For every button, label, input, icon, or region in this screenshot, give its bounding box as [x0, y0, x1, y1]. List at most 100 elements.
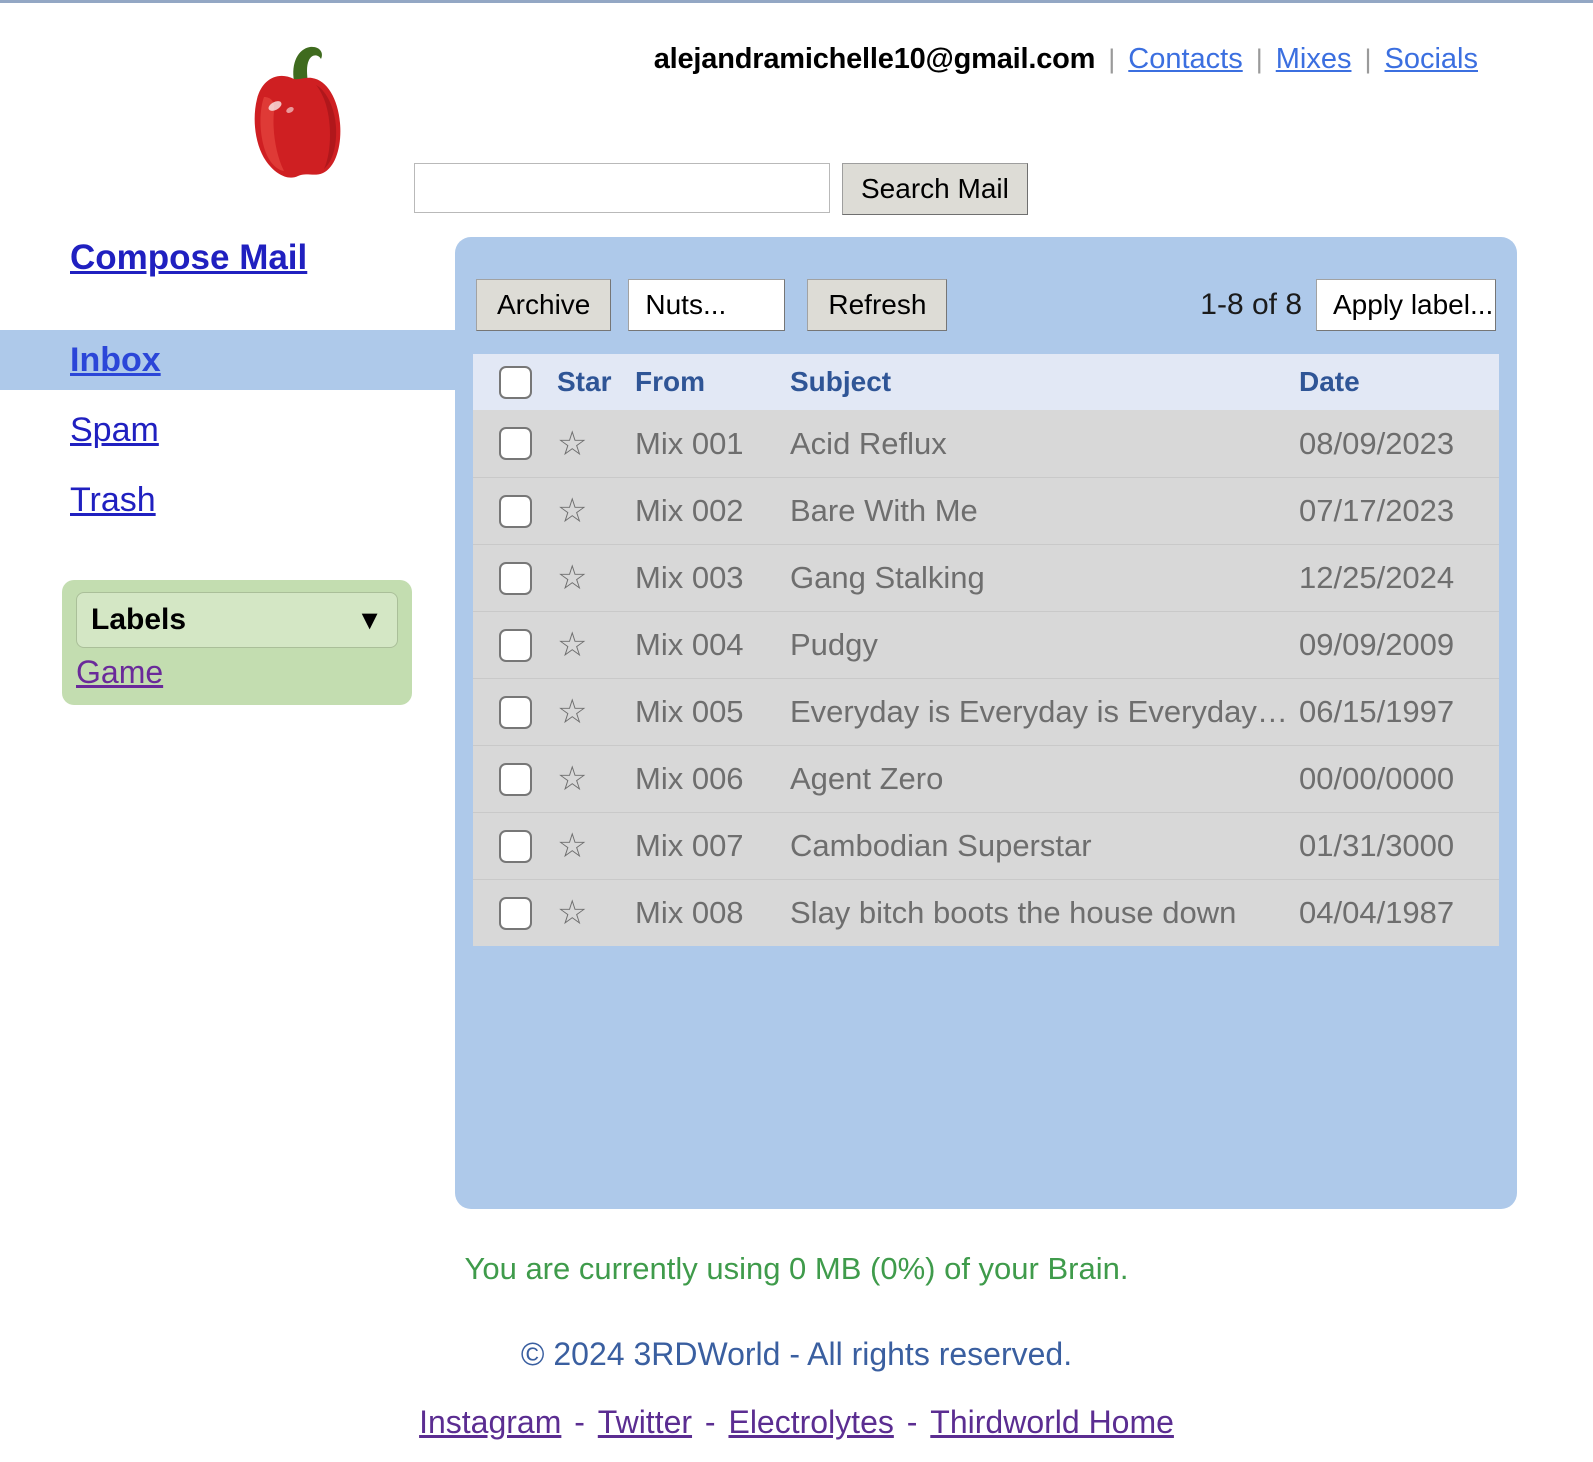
row-subject-text: Agent Zero — [790, 761, 944, 796]
sidebar-item-label-inbox: Inbox — [70, 340, 161, 379]
row-checkbox[interactable] — [498, 829, 532, 863]
star-icon[interactable]: ☆ — [557, 628, 587, 662]
search-mail-button[interactable]: Search Mail — [842, 163, 1028, 215]
row-star-cell: ☆ — [557, 494, 635, 528]
sidebar-item-spam[interactable]: Spam — [0, 400, 456, 460]
row-checkbox[interactable] — [498, 695, 532, 729]
row-star-cell: ☆ — [557, 695, 635, 729]
row-checkbox[interactable] — [498, 427, 532, 460]
row-from-text: Mix 008 — [635, 895, 744, 930]
row-checkbox[interactable] — [498, 896, 532, 930]
column-header-star[interactable]: Star — [557, 366, 635, 398]
footer-link-instagram[interactable]: Instagram — [419, 1404, 561, 1440]
sidebar-item-trash[interactable]: Trash — [0, 470, 456, 530]
footer-link-electrolytes[interactable]: Electrolytes — [728, 1404, 893, 1440]
star-icon[interactable]: ☆ — [557, 561, 587, 595]
pepper-logo-icon — [228, 35, 358, 190]
mail-row[interactable]: ☆ Mix 007 Cambodian Superstar 01/31/3000 — [473, 812, 1499, 879]
row-date-cell: 04/04/1987 — [1299, 895, 1499, 931]
row-from-cell: Mix 003 — [635, 560, 790, 596]
column-header-date[interactable]: Date — [1299, 366, 1499, 398]
labels-panel: Labels ▼ Game — [62, 580, 412, 705]
row-from-cell: Mix 005 — [635, 694, 790, 730]
row-from-text: Mix 003 — [635, 560, 744, 595]
row-date-cell: 07/17/2023 — [1299, 493, 1499, 529]
row-date-cell: 00/00/0000 — [1299, 761, 1499, 797]
row-from-text: Mix 004 — [635, 627, 744, 662]
mail-row[interactable]: ☆ Mix 004 Pudgy 09/09/2009 — [473, 611, 1499, 678]
row-star-cell: ☆ — [557, 561, 635, 595]
mail-row[interactable]: ☆ Mix 002 Bare With Me 07/17/2023 — [473, 477, 1499, 544]
label-item-game[interactable]: Game — [76, 654, 163, 691]
row-star-cell: ☆ — [557, 762, 635, 796]
row-subject-cell: Agent Zero — [790, 761, 1299, 797]
row-checkbox[interactable] — [498, 494, 532, 528]
storage-usage-note: You are currently using 0 MB (0%) of you… — [464, 1251, 1129, 1286]
copyright-notice: © 2024 3RDWorld - All rights reserved. — [520, 1336, 1073, 1372]
row-star-cell: ☆ — [557, 896, 635, 930]
row-date-text: 07/17/2023 — [1299, 493, 1455, 528]
row-subject-cell: Slay bitch boots the house down — [790, 895, 1299, 931]
row-checkbox-cell — [473, 494, 557, 528]
row-date-cell: 06/15/1997 — [1299, 694, 1499, 730]
header-link-contacts[interactable]: Contacts — [1128, 43, 1242, 76]
row-star-cell: ☆ — [557, 427, 635, 461]
row-subject-cell: Bare With Me — [790, 493, 1299, 529]
star-icon[interactable]: ☆ — [557, 494, 587, 528]
mail-row[interactable]: ☆ Mix 006 Agent Zero 00/00/0000 — [473, 745, 1499, 812]
row-from-cell: Mix 001 — [635, 426, 790, 462]
row-checkbox-cell — [473, 896, 557, 930]
row-checkbox[interactable] — [498, 628, 532, 662]
footer-links: Instagram - Twitter - Electrolytes - Thi… — [0, 1404, 1593, 1441]
filter-dropdown[interactable]: Nuts... — [628, 279, 786, 331]
row-subject-cell: Everyday is Everyday is Everyday is Ever… — [790, 694, 1299, 730]
star-icon[interactable]: ☆ — [557, 427, 587, 461]
header-link-mixes[interactable]: Mixes — [1276, 43, 1352, 76]
sidebar-item-label-spam: Spam — [70, 410, 159, 449]
mail-row[interactable]: ☆ Mix 005 Everyday is Everyday is Everyday… — [473, 678, 1499, 745]
column-header-from[interactable]: From — [635, 366, 790, 398]
star-icon[interactable]: ☆ — [557, 829, 587, 863]
column-header-subject[interactable]: Subject — [790, 366, 1299, 398]
archive-button[interactable]: Archive — [476, 279, 612, 331]
row-subject-cell: Cambodian Superstar — [790, 828, 1299, 864]
row-checkbox-cell — [473, 695, 557, 729]
row-checkbox[interactable] — [498, 762, 532, 796]
header-separator: | — [1364, 44, 1372, 74]
row-from-text: Mix 006 — [635, 761, 744, 796]
row-from-text: Mix 007 — [635, 828, 744, 863]
row-date-text: 00/00/0000 — [1299, 761, 1455, 796]
mail-row[interactable]: ☆ Mix 003 Gang Stalking 12/25/2024 — [473, 544, 1499, 611]
search-input[interactable] — [414, 163, 830, 213]
row-subject-text: Gang Stalking — [790, 560, 985, 595]
sidebar-item-inbox[interactable]: Inbox — [0, 330, 456, 390]
chevron-down-icon: ▼ — [356, 604, 383, 635]
header-separator: | — [1108, 44, 1116, 74]
apply-label-dropdown[interactable]: Apply label... — [1316, 279, 1496, 331]
star-icon[interactable]: ☆ — [557, 896, 587, 930]
footer-link-twitter[interactable]: Twitter — [598, 1404, 692, 1440]
refresh-button[interactable]: Refresh — [807, 279, 948, 331]
mail-row[interactable]: ☆ Mix 008 Slay bitch boots the house down 0… — [473, 879, 1499, 946]
row-checkbox-cell — [473, 762, 557, 796]
mail-row[interactable]: ☆ Mix 001 Acid Reflux 08/09/2023 — [473, 410, 1499, 477]
row-subject-cell: Pudgy — [790, 627, 1299, 663]
star-icon[interactable]: ☆ — [557, 695, 587, 729]
row-date-text: 01/31/3000 — [1299, 828, 1455, 863]
compose-mail-link[interactable]: Compose Mail — [70, 238, 307, 278]
row-from-text: Mix 005 — [635, 694, 744, 729]
row-star-cell: ☆ — [557, 628, 635, 662]
select-all-checkbox[interactable] — [498, 365, 532, 399]
labels-dropdown[interactable]: Labels ▼ — [76, 592, 398, 648]
footer-link-thirdworld-home[interactable]: Thirdworld Home — [930, 1404, 1174, 1440]
header-link-socials[interactable]: Socials — [1385, 43, 1479, 76]
star-icon[interactable]: ☆ — [557, 762, 587, 796]
row-date-cell: 01/31/3000 — [1299, 828, 1499, 864]
row-from-cell: Mix 002 — [635, 493, 790, 529]
search-bar: Search Mail — [414, 163, 1028, 215]
footer-link-separator: - — [696, 1404, 725, 1440]
row-from-cell: Mix 007 — [635, 828, 790, 864]
row-checkbox[interactable] — [498, 561, 532, 595]
row-checkbox-cell — [473, 427, 557, 460]
row-from-text: Mix 001 — [635, 425, 744, 461]
